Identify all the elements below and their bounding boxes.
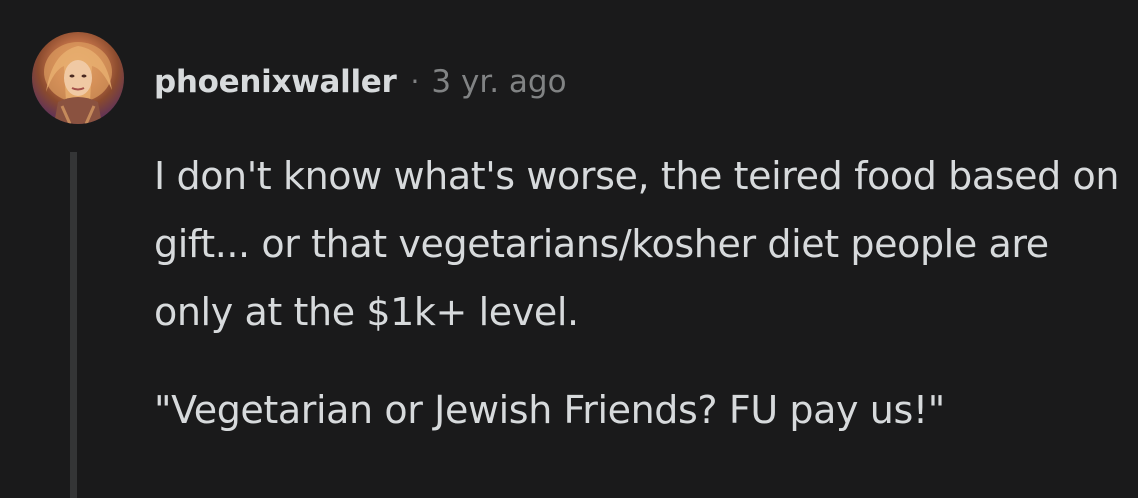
user-avatar-icon (44, 42, 112, 124)
comment-body: I don't know what's worse, the teired fo… (154, 142, 1124, 444)
comment-paragraph: "Vegetarian or Jewish Friends? FU pay us… (154, 388, 945, 432)
username-link[interactable]: phoenixwaller (154, 58, 397, 106)
thread-collapse-line[interactable] (70, 152, 77, 498)
meta-separator: · (410, 65, 420, 98)
timestamp[interactable]: 3 yr. ago (431, 58, 566, 106)
comment-header: phoenixwaller · 3 yr. ago (154, 58, 567, 106)
avatar[interactable] (32, 32, 124, 124)
comment-paragraph: I don't know what's worse, the teired fo… (154, 154, 1120, 334)
